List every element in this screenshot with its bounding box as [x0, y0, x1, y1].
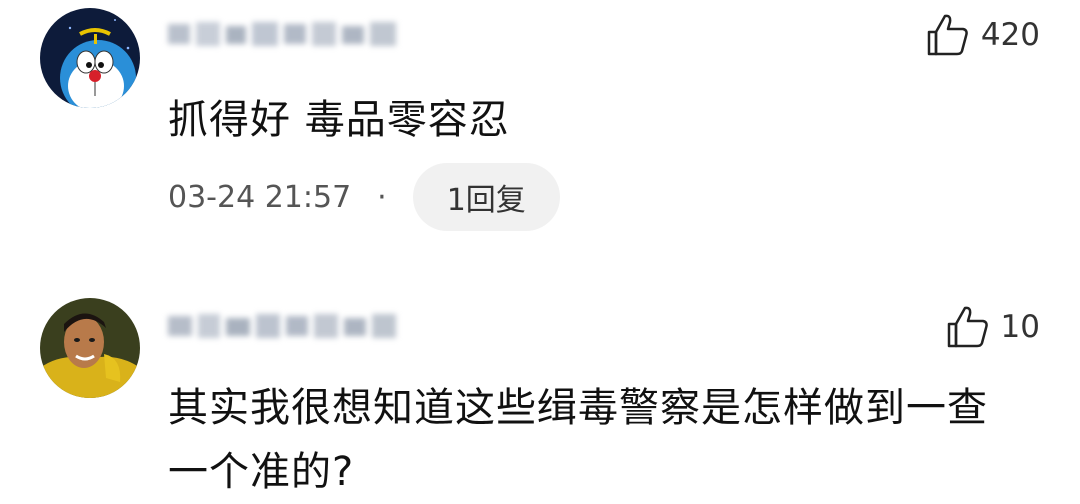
thumbs-up-icon	[947, 306, 988, 348]
like-count: 420	[980, 16, 1040, 53]
reply-button[interactable]: 1回复	[412, 163, 560, 231]
username-blurred[interactable]	[168, 310, 400, 342]
timestamp: 03-24 21:57	[168, 179, 352, 215]
comment-item: 10 其实我很想知道这些缉毒警察是怎样做到一查一个准的?	[0, 290, 1080, 501]
comment-text: 抓得好 毒品零容忍	[168, 97, 510, 143]
comment-text: 其实我很想知道这些缉毒警察是怎样做到一查一个准的?	[168, 385, 988, 495]
like-button[interactable]: 10	[945, 302, 1040, 352]
username-blurred[interactable]	[168, 18, 400, 50]
like-button[interactable]: 420	[925, 10, 1040, 60]
man-portrait-avatar-icon	[40, 298, 140, 398]
comment-meta: 03-24 21:57 · 1回复	[168, 163, 560, 231]
comment-item: 420 抓得好 毒品零容忍 03-24 21:57 · 1回复	[0, 0, 1080, 250]
separator-dot: ·	[377, 179, 387, 215]
doraemon-avatar-icon	[40, 8, 140, 108]
avatar[interactable]	[40, 298, 140, 398]
like-count: 10	[1000, 308, 1040, 345]
thumbs-up-icon	[927, 14, 968, 56]
avatar[interactable]	[40, 8, 140, 108]
